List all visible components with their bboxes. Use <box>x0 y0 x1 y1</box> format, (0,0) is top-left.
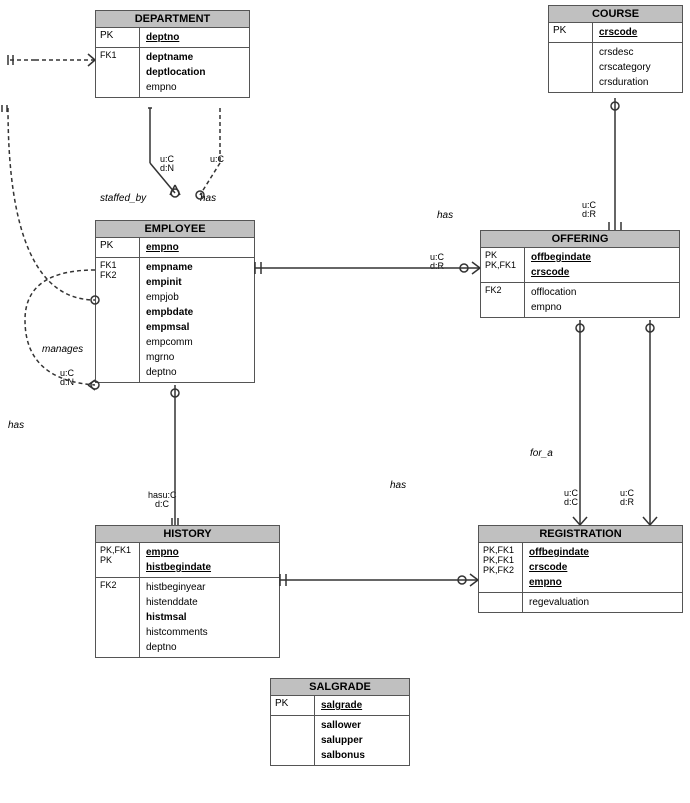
employee-title: EMPLOYEE <box>96 221 254 238</box>
history-attrs: histbeginyear histenddate histmsal histc… <box>140 578 214 657</box>
constraint-emp-hist-dc: d:C <box>155 499 169 509</box>
employee-fk: FK1FK2 <box>96 258 140 382</box>
entity-employee: EMPLOYEE PK empno FK1FK2 empname empinit… <box>95 220 255 383</box>
constraint-off-reg-dc: d:C <box>564 497 578 507</box>
label-has-registration: has <box>390 480 406 491</box>
course-pk-attrs: crscode <box>593 23 643 42</box>
label-manages: manages <box>42 344 83 355</box>
er-diagram: DEPARTMENT PK deptno FK1 deptname deptlo… <box>0 0 690 803</box>
employee-attrs: empname empinit empjob empbdate empmsal … <box>140 258 199 382</box>
history-fk2: FK2 <box>96 578 140 657</box>
employee-pk-attrs: empno <box>140 238 185 257</box>
label-for-a: for_a <box>530 448 553 459</box>
label-has-top: has <box>200 193 216 204</box>
entity-history: HISTORY PK,FK1PK empno histbegindate FK2… <box>95 525 280 658</box>
entity-offering: OFFERING PKPK,FK1 offbegindate crscode F… <box>480 230 680 318</box>
offering-pk: PKPK,FK1 <box>481 248 525 282</box>
registration-pk-attrs: offbegindate crscode empno <box>523 543 595 592</box>
salgrade-pk: PK <box>271 696 315 715</box>
salgrade-fk-empty <box>271 716 315 765</box>
offering-attrs: offlocation empno <box>525 283 582 317</box>
department-pk-attrs: deptno <box>140 28 185 47</box>
constraint-dept-emp-dn: d:N <box>160 163 174 173</box>
course-title: COURSE <box>549 6 682 23</box>
course-attrs: crsdesc crscategory crsduration <box>593 43 657 92</box>
constraint-course-off-dr: d:R <box>582 209 596 219</box>
constraint-emp-dept-uc: u:C <box>210 154 224 164</box>
label-has-left: has <box>8 420 24 431</box>
offering-title: OFFERING <box>481 231 679 248</box>
history-title: HISTORY <box>96 526 279 543</box>
entity-department: DEPARTMENT PK deptno FK1 deptname deptlo… <box>95 10 250 98</box>
history-pk: PK,FK1PK <box>96 543 140 577</box>
offering-pk-attrs: offbegindate crscode <box>525 248 597 282</box>
department-title: DEPARTMENT <box>96 11 249 28</box>
offering-fk2: FK2 <box>481 283 525 317</box>
department-attrs: deptname deptlocation empno <box>140 48 211 97</box>
registration-attrs: regevaluation <box>523 593 595 612</box>
course-pk: PK <box>549 23 593 42</box>
employee-pk: PK <box>96 238 140 257</box>
registration-pk: PK,FK1PK,FK1PK,FK2 <box>479 543 523 592</box>
salgrade-title: SALGRADE <box>271 679 409 696</box>
history-pk-attrs: empno histbegindate <box>140 543 217 577</box>
constraint-off-reg2-dr: d:R <box>620 497 634 507</box>
department-fk: FK1 <box>96 48 140 97</box>
registration-fk-empty <box>479 593 523 612</box>
registration-title: REGISTRATION <box>479 526 682 543</box>
salgrade-pk-attrs: salgrade <box>315 696 368 715</box>
department-pk: PK <box>96 28 140 47</box>
constraint-has-left-dn: d:N <box>60 377 74 387</box>
label-has-course: has <box>437 210 453 221</box>
course-fk-empty <box>549 43 593 92</box>
entity-course: COURSE PK crscode crsdesc crscategory cr… <box>548 5 683 93</box>
constraint-emp-off-dr: d:R <box>430 261 444 271</box>
label-staffed-by: staffed_by <box>100 193 146 204</box>
salgrade-attrs: sallower salupper salbonus <box>315 716 371 765</box>
entity-registration: REGISTRATION PK,FK1PK,FK1PK,FK2 offbegin… <box>478 525 683 613</box>
entity-salgrade: SALGRADE PK salgrade sallower salupper s… <box>270 678 410 766</box>
